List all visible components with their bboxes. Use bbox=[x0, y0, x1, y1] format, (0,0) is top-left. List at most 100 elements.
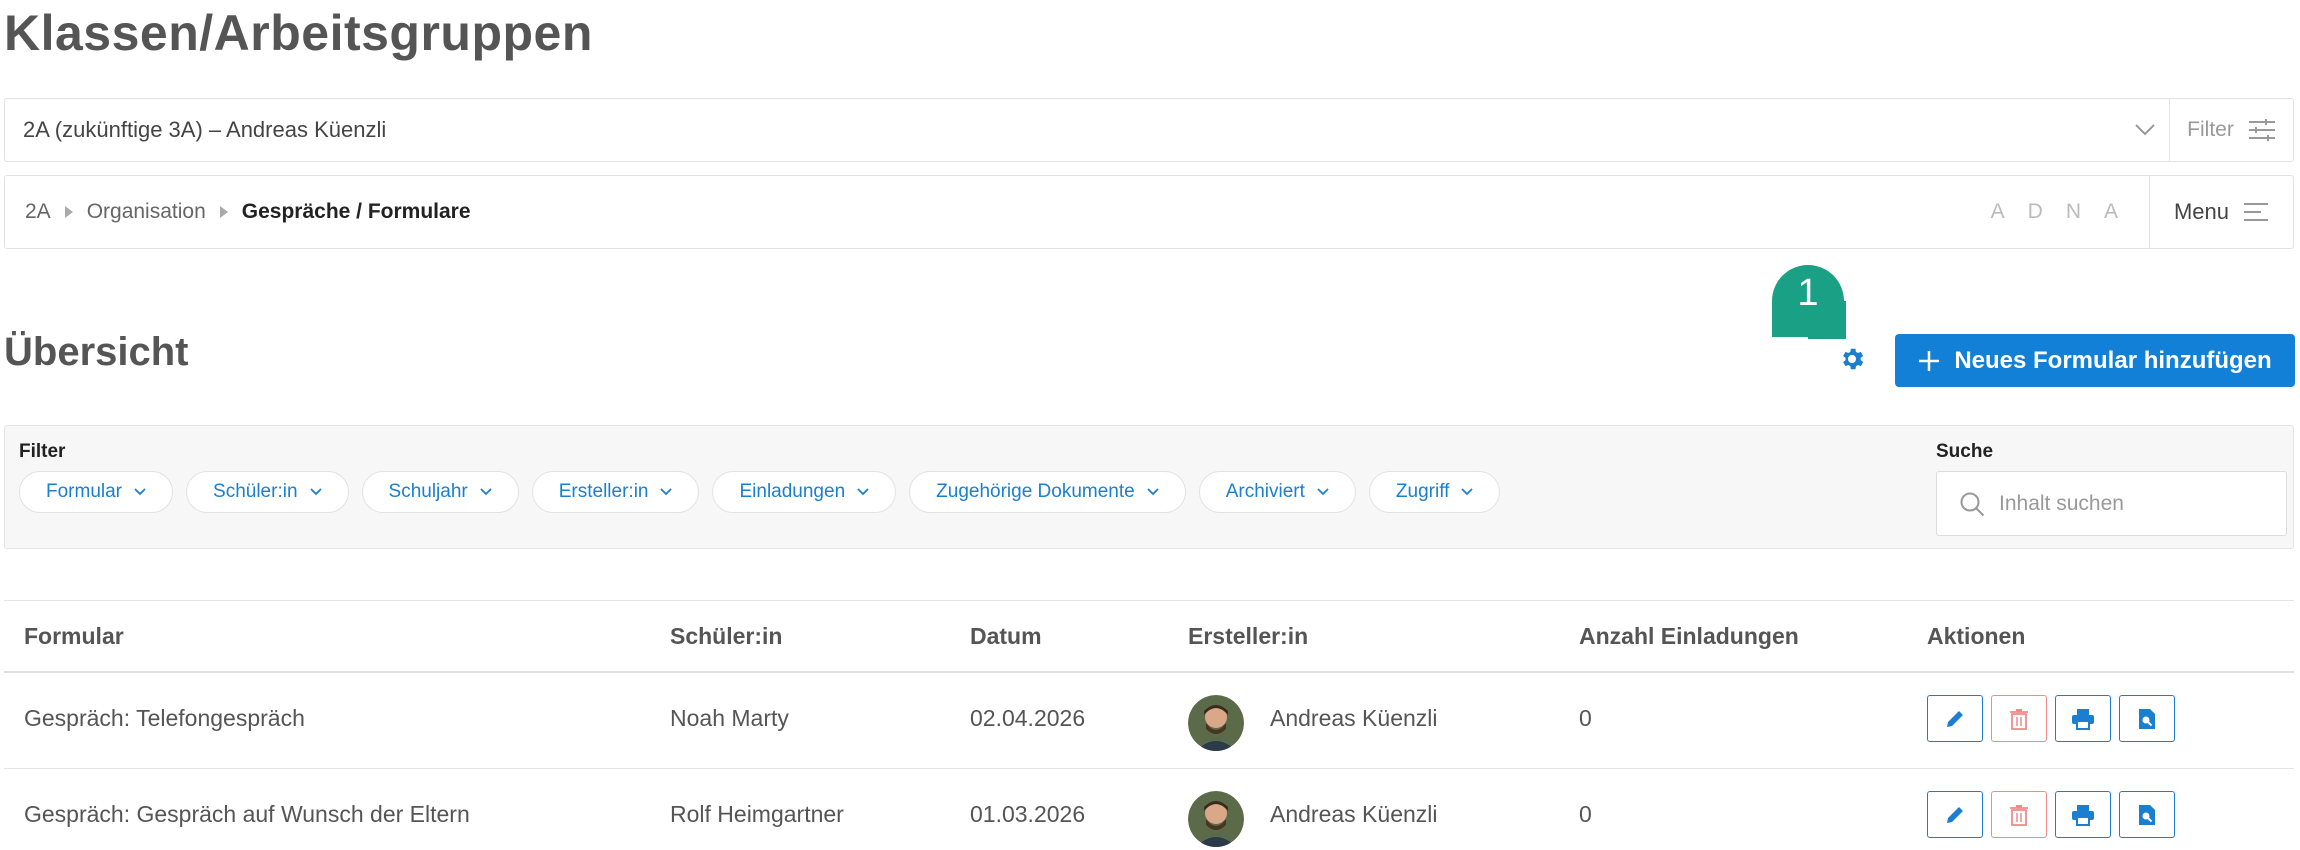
header-ersteller[interactable]: Ersteller:in bbox=[1188, 623, 1579, 650]
menu-button[interactable]: Menu bbox=[2149, 176, 2293, 248]
cell-schueler: Rolf Heimgartner bbox=[670, 801, 844, 827]
section-title: Übersicht bbox=[4, 330, 189, 374]
filter-chip-label: Schüler:in bbox=[213, 481, 298, 502]
chevron-down-icon bbox=[480, 488, 492, 496]
edit-button[interactable] bbox=[1927, 791, 1983, 838]
breadcrumb-item-current: Gespräche / Formulare bbox=[241, 200, 471, 223]
trash-icon bbox=[2010, 804, 2028, 826]
header-einladungen[interactable]: Anzahl Einladungen bbox=[1579, 623, 1927, 650]
cell-aktionen bbox=[1927, 673, 2294, 768]
filter-chips: Formular Schüler:in Schuljahr Ersteller:… bbox=[19, 471, 1501, 513]
filter-chip-dokumente[interactable]: Zugehörige Dokumente bbox=[909, 471, 1186, 513]
delete-button[interactable] bbox=[1991, 695, 2047, 742]
adna-letter-a2[interactable]: A bbox=[2104, 200, 2119, 224]
filter-chip-label: Einladungen bbox=[739, 481, 846, 502]
table-header: Formular Schüler:in Datum Ersteller:in A… bbox=[4, 601, 2294, 673]
filter-chip-label: Schuljahr bbox=[388, 481, 468, 502]
cell-ersteller: Andreas Küenzli bbox=[1188, 673, 1579, 768]
avatar bbox=[1188, 791, 1244, 847]
search-label: Suche bbox=[1936, 441, 1994, 462]
plus-icon bbox=[1919, 350, 1940, 371]
preview-button[interactable] bbox=[2119, 791, 2175, 838]
chevron-down-icon bbox=[660, 488, 673, 496]
cell-aktionen bbox=[1927, 769, 2294, 850]
filter-panel: Filter Formular Schüler:in Schuljahr Ers… bbox=[4, 425, 2294, 549]
filter-label: Filter bbox=[19, 441, 66, 462]
search-icon bbox=[1960, 492, 1985, 516]
search-box[interactable] bbox=[1936, 471, 2287, 536]
cell-datum: 02.04.2026 bbox=[970, 705, 1086, 731]
document-search-icon bbox=[2139, 804, 2155, 825]
breadcrumb: 2A Organisation Gespräche / Formulare bbox=[5, 200, 1991, 224]
class-select-value: 2A (zukünftige 3A) – Andreas Küenzli bbox=[23, 117, 387, 142]
add-form-button[interactable]: Neues Formular hinzufügen bbox=[1895, 334, 2295, 387]
creator-name: Andreas Küenzli bbox=[1270, 705, 1438, 731]
filter-chip-schuljahr[interactable]: Schuljahr bbox=[361, 471, 519, 513]
filter-chip-label: Ersteller:in bbox=[558, 481, 649, 502]
filter-button[interactable]: Filter bbox=[2169, 99, 2293, 161]
chevron-down-icon bbox=[134, 488, 146, 496]
chevron-down-icon[interactable] bbox=[2121, 99, 2169, 161]
cell-formular[interactable]: Gespräch: Telefongespräch bbox=[4, 673, 670, 768]
adna-letters: A D N A bbox=[1991, 200, 2149, 224]
step-badge-number: 1 bbox=[1797, 272, 1819, 314]
delete-button[interactable] bbox=[1991, 791, 2047, 838]
header-aktionen: Aktionen bbox=[1927, 622, 2026, 649]
class-select[interactable]: 2A (zukünftige 3A) – Andreas Küenzli Fil… bbox=[4, 98, 2294, 162]
row-actions bbox=[1927, 673, 2294, 742]
chevron-down-icon bbox=[309, 488, 322, 496]
edit-button[interactable] bbox=[1927, 695, 1983, 742]
row-actions bbox=[1927, 769, 2294, 838]
breadcrumb-bar: 2A Organisation Gespräche / Formulare A … bbox=[4, 175, 2294, 249]
header-datum[interactable]: Datum bbox=[970, 623, 1188, 650]
pencil-icon bbox=[1947, 806, 1963, 823]
header-schueler[interactable]: Schüler:in bbox=[670, 623, 970, 650]
filter-chip-label: Zugehörige Dokumente bbox=[936, 481, 1135, 502]
filter-chip-ersteller[interactable]: Ersteller:in bbox=[531, 471, 700, 513]
cell-einladungen: 0 bbox=[1579, 801, 1592, 827]
chevron-down-icon bbox=[1317, 488, 1329, 496]
filter-chip-zugriff[interactable]: Zugriff bbox=[1368, 471, 1501, 513]
cell-schueler: Noah Marty bbox=[670, 705, 789, 731]
filter-button-label: Filter bbox=[2187, 118, 2234, 141]
filter-chip-archiviert[interactable]: Archiviert bbox=[1198, 471, 1356, 513]
print-button[interactable] bbox=[2055, 695, 2111, 742]
cell-ersteller: Andreas Küenzli bbox=[1188, 769, 1579, 850]
chevron-down-icon bbox=[1147, 488, 1159, 496]
breadcrumb-item-class[interactable]: 2A bbox=[25, 200, 51, 224]
filter-chip-label: Zugriff bbox=[1395, 481, 1450, 502]
breadcrumb-separator-icon bbox=[219, 206, 228, 218]
add-form-button-label: Neues Formular hinzufügen bbox=[1954, 346, 2272, 374]
chevron-down-icon bbox=[1461, 488, 1474, 496]
filter-chip-formular[interactable]: Formular bbox=[19, 471, 174, 513]
preview-button[interactable] bbox=[2119, 695, 2175, 742]
document-search-icon bbox=[2139, 708, 2155, 729]
avatar bbox=[1188, 695, 1244, 751]
adna-letter-n[interactable]: N bbox=[2066, 200, 2082, 224]
cell-datum: 01.03.2026 bbox=[970, 801, 1086, 827]
print-button[interactable] bbox=[2055, 791, 2111, 838]
pencil-icon bbox=[1947, 710, 1963, 727]
filter-chip-label: Archiviert bbox=[1225, 481, 1305, 502]
printer-icon bbox=[2072, 708, 2094, 730]
cell-formular[interactable]: Gespräch: Gespräch auf Wunsch der Eltern bbox=[4, 769, 670, 850]
forms-table: Formular Schüler:in Datum Ersteller:in A… bbox=[4, 600, 2294, 850]
menu-button-label: Menu bbox=[2173, 199, 2230, 224]
filter-chip-label: Formular bbox=[46, 481, 123, 502]
breadcrumb-item-organisation[interactable]: Organisation bbox=[87, 200, 206, 224]
breadcrumb-separator-icon bbox=[64, 206, 73, 218]
header-formular[interactable]: Formular bbox=[4, 623, 670, 650]
menu-icon bbox=[2244, 203, 2269, 221]
table-row: Gespräch: Telefongespräch Noah Marty 02.… bbox=[4, 673, 2294, 769]
chevron-down-icon bbox=[857, 488, 869, 496]
search-input[interactable] bbox=[1999, 491, 2269, 516]
creator-name: Andreas Küenzli bbox=[1270, 801, 1438, 827]
filter-chip-einladungen[interactable]: Einladungen bbox=[712, 471, 897, 513]
adna-letter-d[interactable]: D bbox=[2028, 200, 2044, 224]
gear-icon[interactable] bbox=[1838, 345, 1866, 373]
printer-icon bbox=[2072, 804, 2094, 826]
filter-chip-schueler[interactable]: Schüler:in bbox=[186, 471, 349, 513]
adna-letter-a[interactable]: A bbox=[1991, 200, 2006, 224]
table-row: Gespräch: Gespräch auf Wunsch der Eltern… bbox=[4, 769, 2294, 850]
cell-einladungen: 0 bbox=[1579, 705, 1592, 731]
